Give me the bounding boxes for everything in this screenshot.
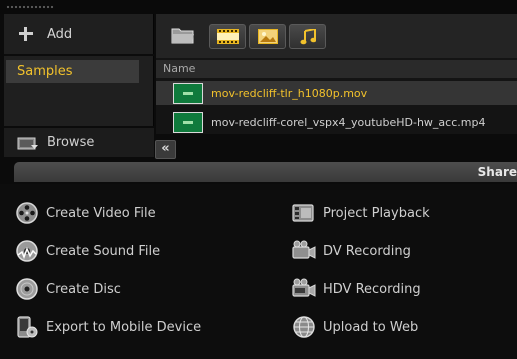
drag-grip[interactable] — [6, 5, 54, 9]
divider — [4, 54, 154, 56]
image-filter-button[interactable] — [249, 24, 286, 49]
add-label: Add — [47, 26, 73, 42]
hdv-camcorder-icon — [291, 276, 317, 302]
create-sound-file-option[interactable]: Create Sound File — [14, 237, 160, 265]
dv-recording-option[interactable]: DV Recording — [291, 237, 411, 265]
library-panel: Add Samples — [4, 14, 154, 126]
camcorder-icon — [291, 238, 317, 264]
upload-web-option[interactable]: Upload to Web — [291, 313, 418, 341]
top-strip — [0, 0, 517, 14]
globe-icon — [291, 314, 317, 340]
create-disc-option[interactable]: Create Disc — [14, 275, 121, 303]
share-title: Share — [477, 165, 517, 179]
plus-icon — [18, 26, 34, 42]
option-label: HDV Recording — [323, 281, 421, 297]
projector-icon — [291, 200, 317, 226]
collapse-button[interactable]: « — [155, 140, 176, 159]
option-label: DV Recording — [323, 243, 411, 259]
film-icon — [216, 29, 239, 44]
video-thumbnail — [173, 111, 203, 133]
share-header: Share — [14, 162, 517, 182]
browse-icon — [17, 137, 38, 149]
option-label: Export to Mobile Device — [46, 319, 202, 335]
project-playback-option[interactable]: Project Playback — [291, 199, 430, 227]
video-filter-button[interactable] — [209, 24, 246, 49]
export-mobile-option[interactable]: Export to Mobile Device — [14, 313, 201, 341]
option-label: Create Disc — [46, 281, 121, 297]
file-row[interactable]: mov-redcliff-corel_vspx4_youtubeHD-hw_ac… — [156, 110, 517, 134]
browse-label: Browse — [47, 135, 95, 150]
option-label: Create Sound File — [46, 243, 161, 259]
file-name: mov-redcliff-corel_vspx4_youtubeHD-hw_ac… — [211, 115, 486, 129]
share-options: Create Video File Create Sound File Crea… — [0, 184, 517, 359]
file-name: mov-redcliff-tlr_h1080p.mov — [211, 86, 368, 100]
video-thumbnail — [173, 82, 203, 104]
browse-button[interactable]: Browse — [4, 128, 154, 157]
disc-icon — [14, 276, 40, 302]
library-item-samples[interactable]: Samples — [6, 60, 139, 83]
folder-icon[interactable] — [170, 24, 196, 46]
file-row[interactable]: mov-redcliff-tlr_h1080p.mov — [156, 81, 517, 105]
option-label: Upload to Web — [323, 319, 419, 335]
mobile-device-icon — [14, 314, 40, 340]
hdv-recording-option[interactable]: HDV Recording — [291, 275, 421, 303]
media-toolbar — [156, 14, 517, 58]
create-video-file-option[interactable]: Create Video File — [14, 199, 156, 227]
audio-filter-button[interactable] — [289, 24, 326, 49]
file-panel: Name mov-redcliff-tlr_h1080p.mov mov-red… — [156, 14, 517, 134]
add-button[interactable]: Add — [4, 14, 154, 54]
share-window: Add Samples Browse « Name mov-redcliff-t… — [0, 0, 517, 359]
column-header-name[interactable]: Name — [156, 60, 517, 78]
sound-disc-icon — [14, 238, 40, 264]
image-icon — [257, 29, 278, 44]
film-reel-icon — [14, 200, 40, 226]
music-icon — [300, 28, 316, 44]
option-label: Project Playback — [323, 205, 430, 221]
option-label: Create Video File — [46, 205, 156, 221]
